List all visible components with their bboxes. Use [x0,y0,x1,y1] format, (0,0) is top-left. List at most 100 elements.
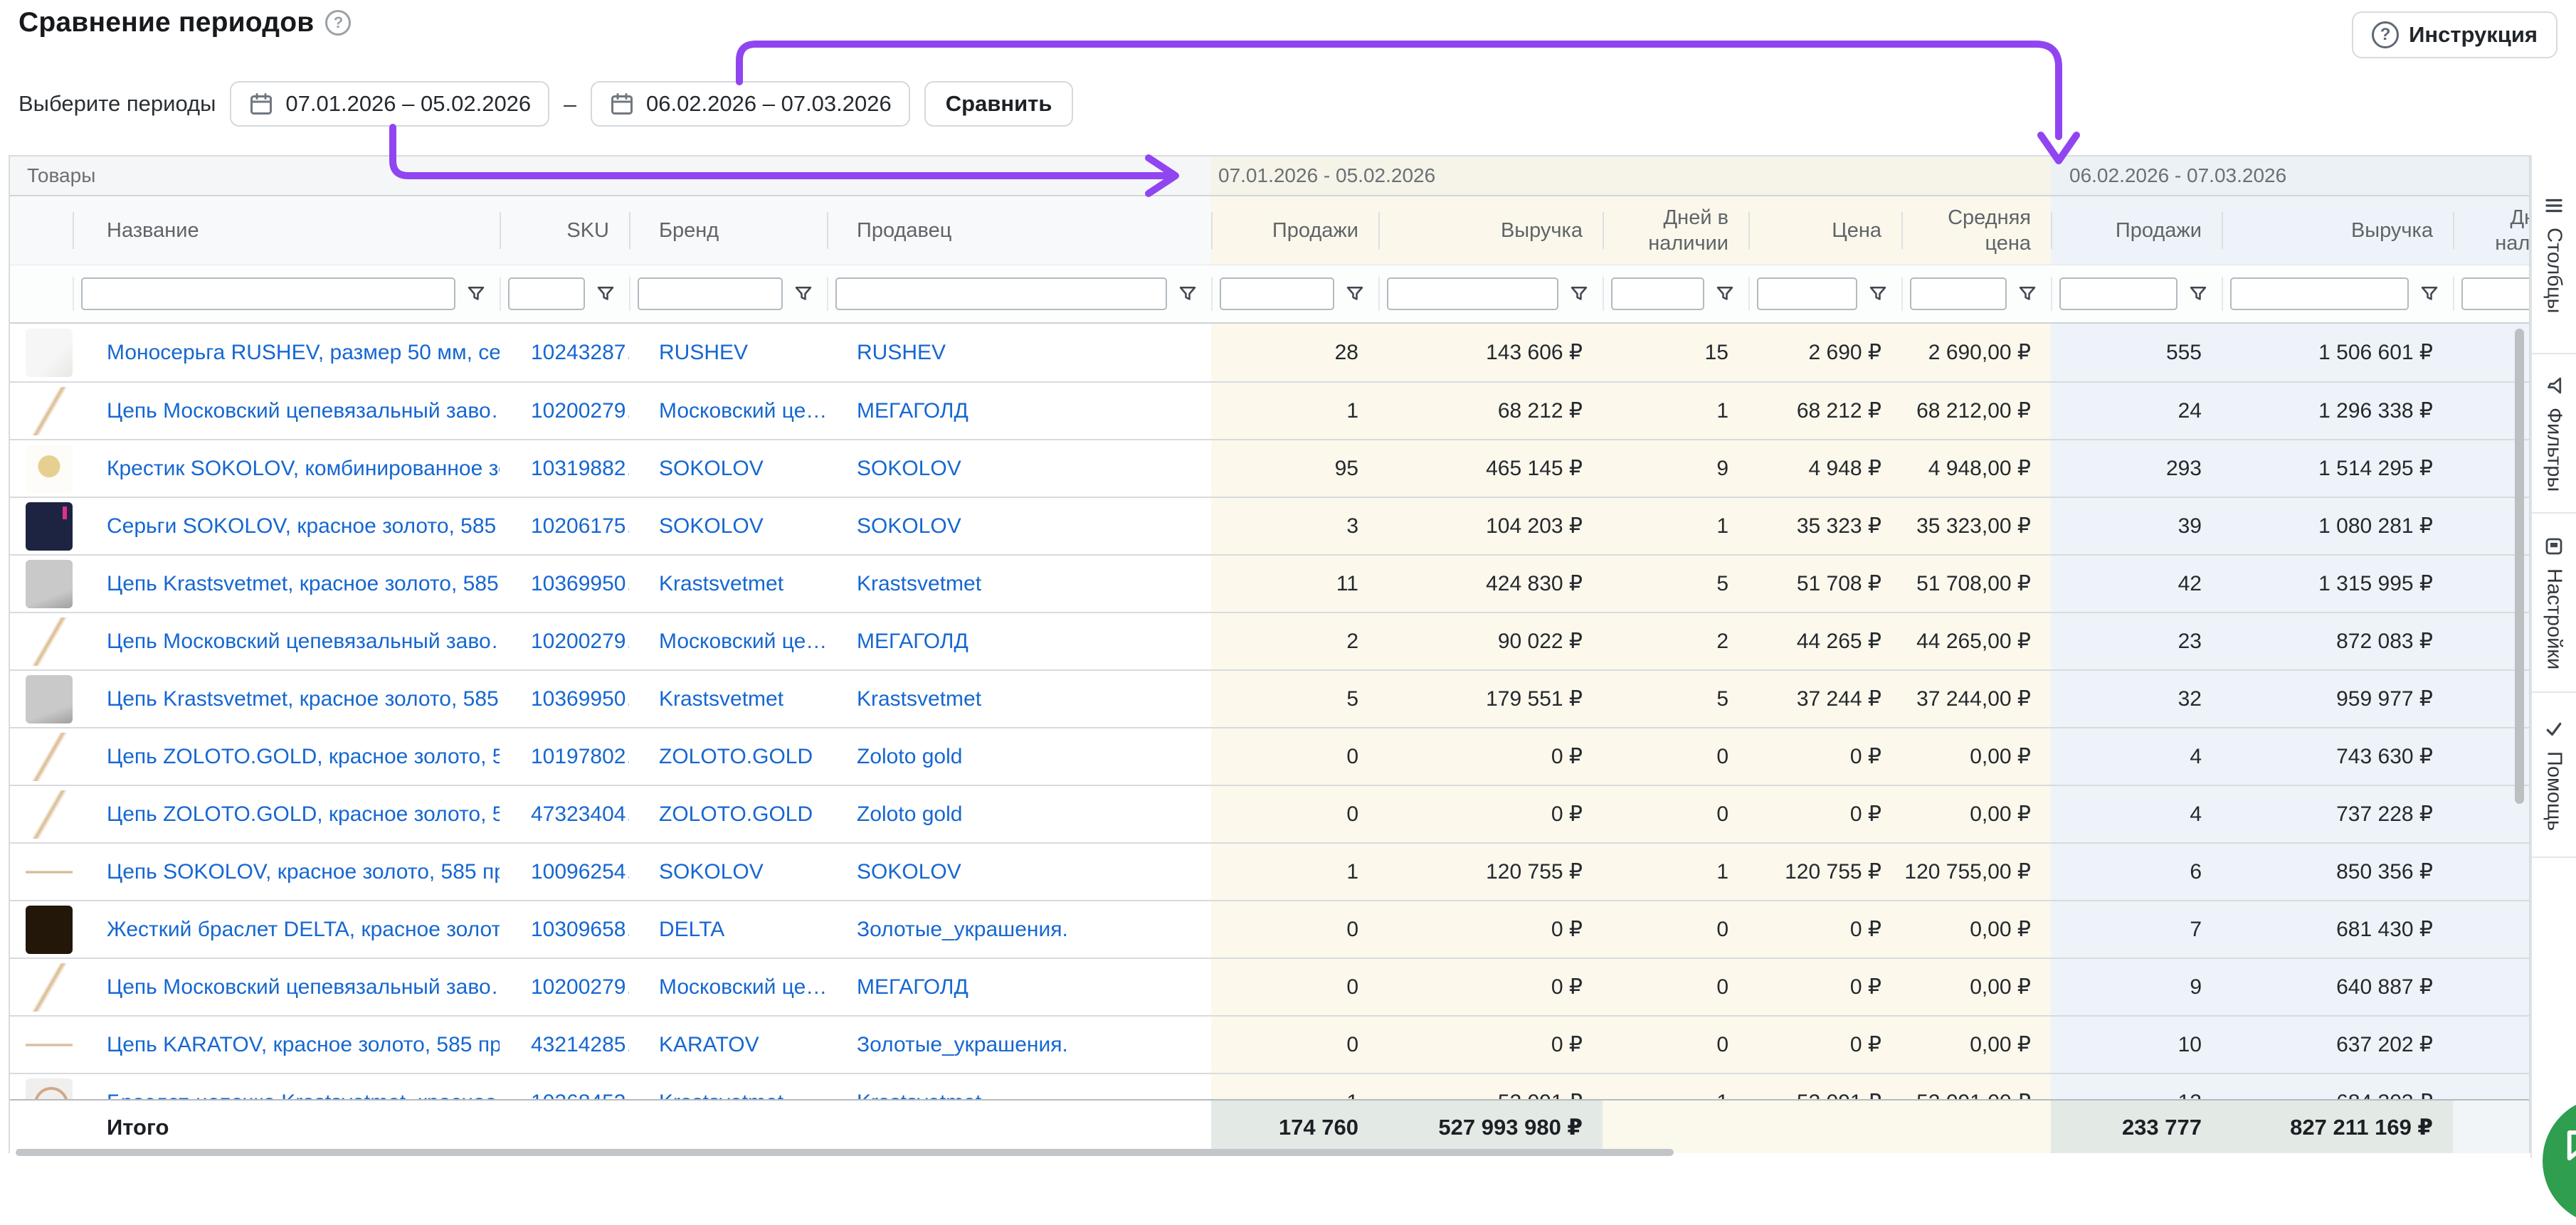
product-image[interactable] [26,387,73,435]
header-brand[interactable]: Бренд [629,196,827,265]
product-seller-link[interactable]: Золотые_украшения. [827,901,1211,958]
product-image[interactable] [26,560,73,608]
filter-funnel-icon[interactable] [2017,283,2038,304]
filter-funnel-icon[interactable] [1867,283,1889,304]
product-sku-link[interactable]: 10369950… [500,671,629,727]
product-image[interactable] [26,329,73,377]
header-sku[interactable]: SKU [500,196,629,265]
product-sku-link[interactable]: 10268453… [500,1074,629,1099]
title-help-icon[interactable]: ? [325,10,351,36]
tab-help[interactable]: Помощь [2532,693,2576,858]
product-seller-link[interactable]: SOKOLOV [827,844,1211,900]
filter-funnel-icon[interactable] [2187,283,2209,304]
product-brand-link[interactable]: Krastsvetmet [629,671,827,727]
instruction-button[interactable]: ? Инструкция [2352,11,2557,58]
header-p1-sales[interactable]: Продажи [1211,196,1378,265]
product-sku-link[interactable]: 43214285… [500,1017,629,1073]
filter-input-p1-revenue[interactable] [1387,277,1558,310]
product-name-link[interactable]: Цепь ZOLOTO.GOLD, красное золото, 585… [73,728,500,785]
filter-funnel-icon[interactable] [1714,283,1736,304]
filter-funnel-icon[interactable] [1568,283,1590,304]
period2-date-picker[interactable]: 06.02.2026 – 07.03.2026 [591,81,910,127]
product-seller-link[interactable]: Zoloto gold [827,728,1211,785]
product-seller-link[interactable]: Золотые_украшения. [827,1017,1211,1073]
product-seller-link[interactable]: RUSHEV [827,324,1211,381]
product-sku-link[interactable]: 10200279… [500,613,629,669]
product-name-link[interactable]: Цепь Московский цепевязальный заво… [73,959,500,1015]
product-brand-link[interactable]: Московский це… [629,613,827,669]
product-name-link[interactable]: Моносерьга RUSHEV, размер 50 мм, сер… [73,324,500,381]
product-name-link[interactable]: Цепь Krastsvetmet, красное золото, 585 … [73,671,500,727]
product-image[interactable] [26,733,73,781]
product-seller-link[interactable]: МЕГАГОЛД [827,383,1211,439]
product-seller-link[interactable]: Zoloto gold [827,786,1211,842]
header-p1-avg-price[interactable]: Средняя цена [1901,196,2051,265]
filter-input-p1-avg-price[interactable] [1910,277,2007,310]
product-name-link[interactable]: Браслет-цепочка Krastsvetmet, красное… [73,1074,500,1099]
product-name-link[interactable]: Серьги SOKOLOV, красное золото, 585 п… [73,498,500,554]
header-p1-days[interactable]: Дней в наличии [1603,196,1748,265]
header-seller[interactable]: Продавец [827,196,1211,265]
header-p1-revenue[interactable]: Выручка [1378,196,1603,265]
product-brand-link[interactable]: SOKOLOV [629,844,827,900]
header-name[interactable]: Название [73,196,500,265]
product-sku-link[interactable]: 10200279… [500,383,629,439]
filter-input-sku[interactable] [508,277,585,310]
filter-input-name[interactable] [81,277,455,310]
tab-settings[interactable]: Настройки [2532,514,2576,693]
product-image[interactable] [26,1078,73,1100]
product-seller-link[interactable]: Krastsvetmet [827,556,1211,612]
product-brand-link[interactable]: SOKOLOV [629,440,827,497]
filter-input-p1-sales[interactable] [1220,277,1334,310]
product-image[interactable] [26,675,73,723]
product-image[interactable] [26,617,73,666]
product-seller-link[interactable]: SOKOLOV [827,498,1211,554]
product-brand-link[interactable]: DELTA [629,901,827,958]
filter-funnel-icon[interactable] [793,283,814,304]
product-image[interactable] [26,848,73,896]
product-name-link[interactable]: Цепь Московский цепевязальный заво… [73,383,500,439]
product-seller-link[interactable]: SOKOLOV [827,440,1211,497]
product-brand-link[interactable]: KARATOV [629,1017,827,1073]
product-brand-link[interactable]: ZOLOTO.GOLD [629,728,827,785]
product-sku-link[interactable]: 10309658… [500,901,629,958]
filter-input-p1-days[interactable] [1611,277,1704,310]
filter-funnel-icon[interactable] [1344,283,1366,304]
product-image[interactable] [26,963,73,1012]
filter-input-p2-days[interactable] [2461,277,2530,310]
tab-filters[interactable]: Фильтры [2532,354,2576,514]
filter-input-seller[interactable] [835,277,1167,310]
product-image[interactable] [26,790,73,839]
product-sku-link[interactable]: 10319882… [500,440,629,497]
filter-input-brand[interactable] [638,277,783,310]
product-brand-link[interactable]: Московский це… [629,383,827,439]
product-brand-link[interactable]: Московский це… [629,959,827,1015]
product-name-link[interactable]: Цепь KARATOV, красное золото, 585 про… [73,1017,500,1073]
header-p2-sales[interactable]: Продажи [2051,196,2222,265]
product-name-link[interactable]: Цепь ZOLOTO.GOLD, красное золото, 585… [73,786,500,842]
product-name-link[interactable]: Крестик SOKOLOV, комбинированное зо… [73,440,500,497]
product-name-link[interactable]: Цепь SOKOLOV, красное золото, 585 про… [73,844,500,900]
header-p2-revenue[interactable]: Выручка [2222,196,2453,265]
header-p2-days[interactable]: Дней в наличии [2453,196,2530,265]
product-name-link[interactable]: Жесткий браслет DELTA, красное золото… [73,901,500,958]
horizontal-scrollbar[interactable] [16,1149,1674,1156]
filter-input-p2-sales[interactable] [2059,277,2178,310]
product-seller-link[interactable]: МЕГАГОЛД [827,959,1211,1015]
product-sku-link[interactable]: 10197802… [500,728,629,785]
product-seller-link[interactable]: Krastsvetmet [827,671,1211,727]
filter-funnel-icon[interactable] [595,283,616,304]
product-brand-link[interactable]: ZOLOTO.GOLD [629,786,827,842]
product-sku-link[interactable]: 10206175… [500,498,629,554]
tab-columns[interactable]: Столбцы [2532,155,2576,354]
product-sku-link[interactable]: 47323404… [500,786,629,842]
product-brand-link[interactable]: SOKOLOV [629,498,827,554]
product-image[interactable] [26,445,73,493]
compare-button[interactable]: Сравнить [924,81,1074,127]
header-p1-price[interactable]: Цена [1748,196,1901,265]
product-name-link[interactable]: Цепь Krastsvetmet, красное золото, 585 … [73,556,500,612]
period1-date-picker[interactable]: 07.01.2026 – 05.02.2026 [230,81,549,127]
product-brand-link[interactable]: Krastsvetmet [629,556,827,612]
vertical-scrollbar[interactable] [2515,329,2524,804]
filter-input-p1-price[interactable] [1757,277,1857,310]
